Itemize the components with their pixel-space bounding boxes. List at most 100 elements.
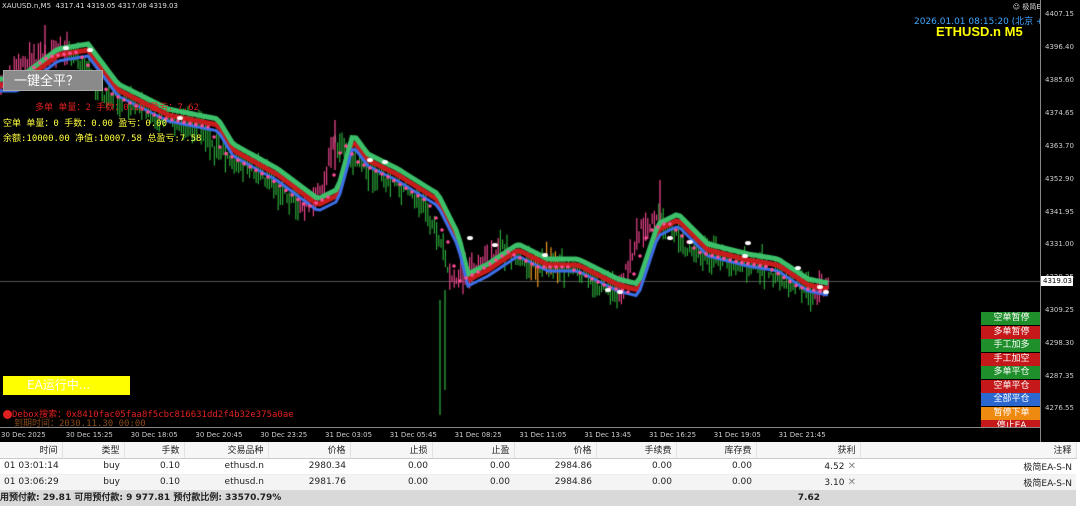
trade-cell-symbol: ethusd.n <box>184 474 268 491</box>
buy-summary-line: 多单 单量：2 手数：0.20 盈亏：7.62 <box>35 103 200 113</box>
column-header[interactable]: 价格 <box>268 442 351 459</box>
column-header[interactable]: 库存费 <box>676 442 757 459</box>
trade-cell-price: 2984.86 <box>514 474 596 491</box>
column-header[interactable]: 止损 <box>350 442 433 459</box>
trade-value-sl: 0.00 <box>407 461 428 471</box>
trade-value-swap: 0.00 <box>731 477 752 487</box>
price-axis-label: 4309.25 <box>1045 306 1074 314</box>
sell-summary-line: 空单 单量：0 手数：0.00 盈亏：0.00 <box>3 119 168 129</box>
close-all-button[interactable]: 一键全平？ <box>3 70 103 91</box>
trade-cell-type: buy <box>62 474 124 491</box>
trade-cell-time: 01 03:01:14 <box>0 458 62 475</box>
column-header[interactable]: 止盈 <box>432 442 515 459</box>
trade-cell-lots: 0.10 <box>124 458 184 475</box>
time-axis-label: 31 Dec 16:25 <box>649 431 697 439</box>
trade-row[interactable]: 01 03:01:14 buy 0.10 ethusd.n 2980.34 0.00 0.0… <box>0 458 1076 475</box>
price-chart-canvas[interactable] <box>0 0 1040 427</box>
chart-ohlc: 4317.41 4319.05 4317.08 4319.03 <box>55 2 178 10</box>
control-button[interactable]: 暂停下单 <box>981 406 1042 420</box>
trade-cell-time: 01 03:06:29 <box>0 474 62 491</box>
time-axis-label: 30 Dec 15:25 <box>65 431 113 439</box>
trade-cell-commission: 0.00 <box>596 474 676 491</box>
trade-value-symbol: ethusd.n <box>224 477 264 487</box>
price-axis-label: 4374.65 <box>1045 109 1074 117</box>
column-header[interactable]: 价格 <box>514 442 597 459</box>
trade-value-lots: 0.10 <box>159 477 180 487</box>
trade-value-tp: 0.00 <box>489 461 510 471</box>
current-price-label: 4319.03 <box>1041 276 1073 286</box>
trade-cell-profit: 3.10 ✕ <box>756 474 860 491</box>
price-axis-label: 4276.55 <box>1045 404 1074 412</box>
trade-value-symbol: ethusd.n <box>224 461 264 471</box>
control-button[interactable]: 手工加空 <box>981 352 1042 366</box>
trade-value-commission: 0.00 <box>651 477 672 487</box>
control-button[interactable]: 多单平仓 <box>981 366 1042 379</box>
trade-value-time: 01 03:01:14 <box>4 461 59 471</box>
trade-value-price: 2984.86 <box>554 461 592 471</box>
trade-cell-tp: 0.00 <box>432 474 514 491</box>
price-axis-label: 4396.40 <box>1045 43 1074 51</box>
control-button[interactable]: 全部平仓 <box>981 393 1042 406</box>
trade-cell-swap: 0.00 <box>676 474 756 491</box>
time-axis-label: 31 Dec 05:45 <box>389 431 437 439</box>
column-header[interactable]: 手续费 <box>596 442 677 459</box>
price-axis-label: 4287.35 <box>1045 372 1074 380</box>
trade-value-swap: 0.00 <box>731 461 752 471</box>
control-button[interactable]: 手工加多 <box>981 339 1042 352</box>
trade-row[interactable]: 01 03:06:29 buy 0.10 ethusd.n 2981.76 0.00 0.0… <box>0 474 1076 491</box>
control-buttons-panel: 空单暂停 多单暂停 手工加多 手工加空 多单平仓 空单平仓 全部平仓 暂停下单 停止EA <box>981 312 1042 434</box>
trade-cell-commission: 0.00 <box>596 458 676 475</box>
trade-value-profit: 4.52 <box>824 461 845 472</box>
price-axis-label: 4407.15 <box>1045 10 1074 18</box>
column-header[interactable]: 类型 <box>62 442 125 459</box>
trade-cell-profit: 4.52 ✕ <box>756 458 860 475</box>
trade-value-sl: 0.00 <box>407 477 428 487</box>
trade-value-commission: 0.00 <box>651 461 672 471</box>
trade-value-type: buy <box>103 477 120 487</box>
trade-cell-price: 2984.86 <box>514 458 596 475</box>
chart-window[interactable]: XAUUSD.n,M5 4317.41 4319.05 4317.08 4319… <box>0 0 1080 442</box>
trade-cell-tp: 0.00 <box>432 458 514 475</box>
close-position-icon[interactable]: ✕ <box>844 477 856 488</box>
trade-value-open: 2980.34 <box>308 461 346 471</box>
price-axis-label: 4298.30 <box>1045 339 1074 347</box>
trade-value-tp: 0.00 <box>489 477 510 487</box>
column-header[interactable]: 获利 <box>756 442 861 459</box>
time-axis-label: 31 Dec 11:05 <box>519 431 567 439</box>
trade-cell-comment: 极简EA-S-N <box>860 458 1076 475</box>
trade-cell-sl: 0.00 <box>350 474 432 491</box>
time-axis[interactable]: 30 Dec 2025 30 Dec 15:25 30 Dec 18:05 30 De… <box>0 427 1040 442</box>
ea-running-status: EA运行中... <box>3 376 130 395</box>
balance-summary-line: 余额:10000.00 净值:10007.58 总盈亏:7.58 <box>3 134 202 144</box>
column-header[interactable]: 注释 <box>860 442 1077 459</box>
trade-cell-sl: 0.00 <box>350 458 432 475</box>
price-axis-label: 4385.60 <box>1045 76 1074 84</box>
column-header[interactable]: 交易品种 <box>184 442 269 459</box>
control-button[interactable]: 空单平仓 <box>981 379 1042 393</box>
trades-table: 时间 类型 手数 交易品种 价格 止损 止盈 价格 手续费 库存费 获利 注释 01 03:01:14… <box>0 442 1077 491</box>
trade-cell-symbol: ethusd.n <box>184 458 268 475</box>
trade-value-open: 2981.76 <box>308 477 346 487</box>
trade-cell-swap: 0.00 <box>676 458 756 475</box>
time-axis-label: 30 Dec 2025 <box>1 431 46 439</box>
trade-value-lots: 0.10 <box>159 461 180 471</box>
trade-value-profit: 3.10 <box>824 477 845 488</box>
total-profit: 7.62 <box>797 493 820 503</box>
control-button[interactable]: 多单暂停 <box>981 325 1042 339</box>
price-axis-label: 4331.00 <box>1045 240 1074 248</box>
trade-value-time: 01 03:06:29 <box>4 477 59 487</box>
trade-panel[interactable]: 时间 类型 手数 交易品种 价格 止损 止盈 价格 手续费 库存费 获利 注释 01 03:01:14… <box>0 442 1080 526</box>
control-button[interactable]: 空单暂停 <box>981 312 1042 325</box>
trade-cell-comment: 极简EA-S-N <box>860 474 1076 491</box>
trade-value-type: buy <box>103 461 120 471</box>
close-position-icon[interactable]: ✕ <box>844 461 856 472</box>
time-axis-label: 31 Dec 13:45 <box>584 431 632 439</box>
time-axis-label: 31 Dec 21:45 <box>778 431 826 439</box>
column-header[interactable]: 手数 <box>124 442 185 459</box>
trade-value-comment: 极简EA-S-N <box>1023 478 1072 489</box>
trade-cell-open: 2981.76 <box>268 474 350 491</box>
price-axis-label: 4352.90 <box>1045 175 1074 183</box>
price-axis-label: 4363.70 <box>1045 142 1074 150</box>
column-header[interactable]: 时间 <box>0 442 63 459</box>
price-axis[interactable]: 4407.15 4396.40 4385.60 4374.65 4363.70 4352.… <box>1040 0 1080 442</box>
